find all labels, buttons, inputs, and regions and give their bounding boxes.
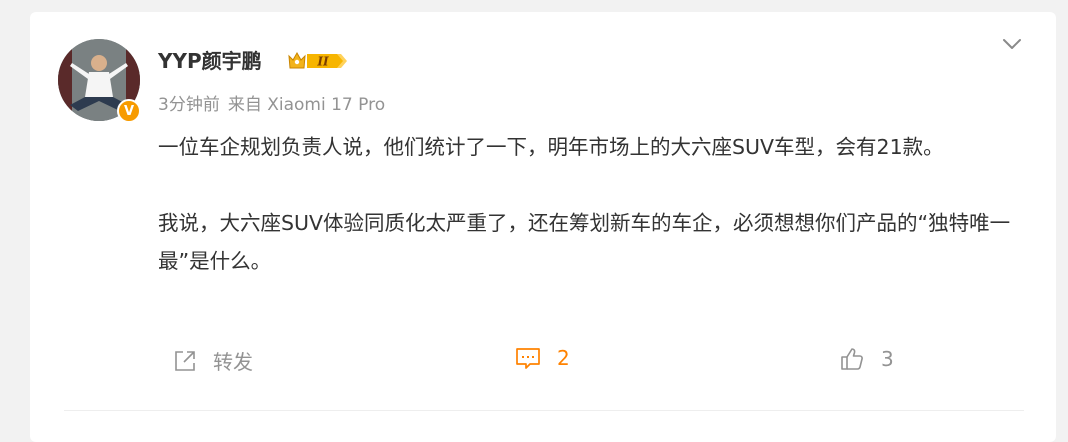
post-content: 一位车企规划负责人说，他们统计了一下，明年市场上的大六座SUV车型，会有21款。… (158, 128, 1018, 280)
thumbs-up-icon (841, 348, 863, 370)
level-crown-badge-icon[interactable]: II (287, 50, 349, 72)
comment-count: 2 (557, 346, 570, 370)
post-meta: 3分钟前 来自 Xiaomi 17 Pro (158, 90, 393, 115)
post-paragraph: 我说，大六座SUV体验同质化太严重了，还在筹划新车的车企，必须想想你们产品的“独… (158, 211, 1011, 273)
divider (64, 410, 1024, 411)
share-icon (175, 350, 195, 371)
forward-label: 转发 (213, 350, 253, 374)
level-badge-label: II (316, 55, 329, 69)
forward-button[interactable]: 转发 (173, 346, 253, 375)
like-count: 3 (881, 347, 894, 371)
chevron-down-icon[interactable] (1000, 34, 1024, 54)
username[interactable]: YYP颜宇鹏 (158, 45, 262, 74)
like-button[interactable]: 3 (839, 346, 894, 372)
post-card: V YYP颜宇鹏 II 3分钟前 来自 Xiaomi 17 Pro 一位车企规划负… (30, 12, 1056, 442)
action-bar: 转发 2 3 (30, 346, 1056, 382)
post-time[interactable]: 3分钟前 (158, 95, 220, 115)
verified-badge-icon: V (117, 99, 141, 123)
comment-icon (516, 348, 540, 369)
comment-button[interactable]: 2 (515, 346, 570, 370)
post-source: 来自 Xiaomi 17 Pro (227, 95, 386, 115)
post-paragraph: 一位车企规划负责人说，他们统计了一下，明年市场上的大六座SUV车型，会有21款。 (158, 135, 944, 159)
